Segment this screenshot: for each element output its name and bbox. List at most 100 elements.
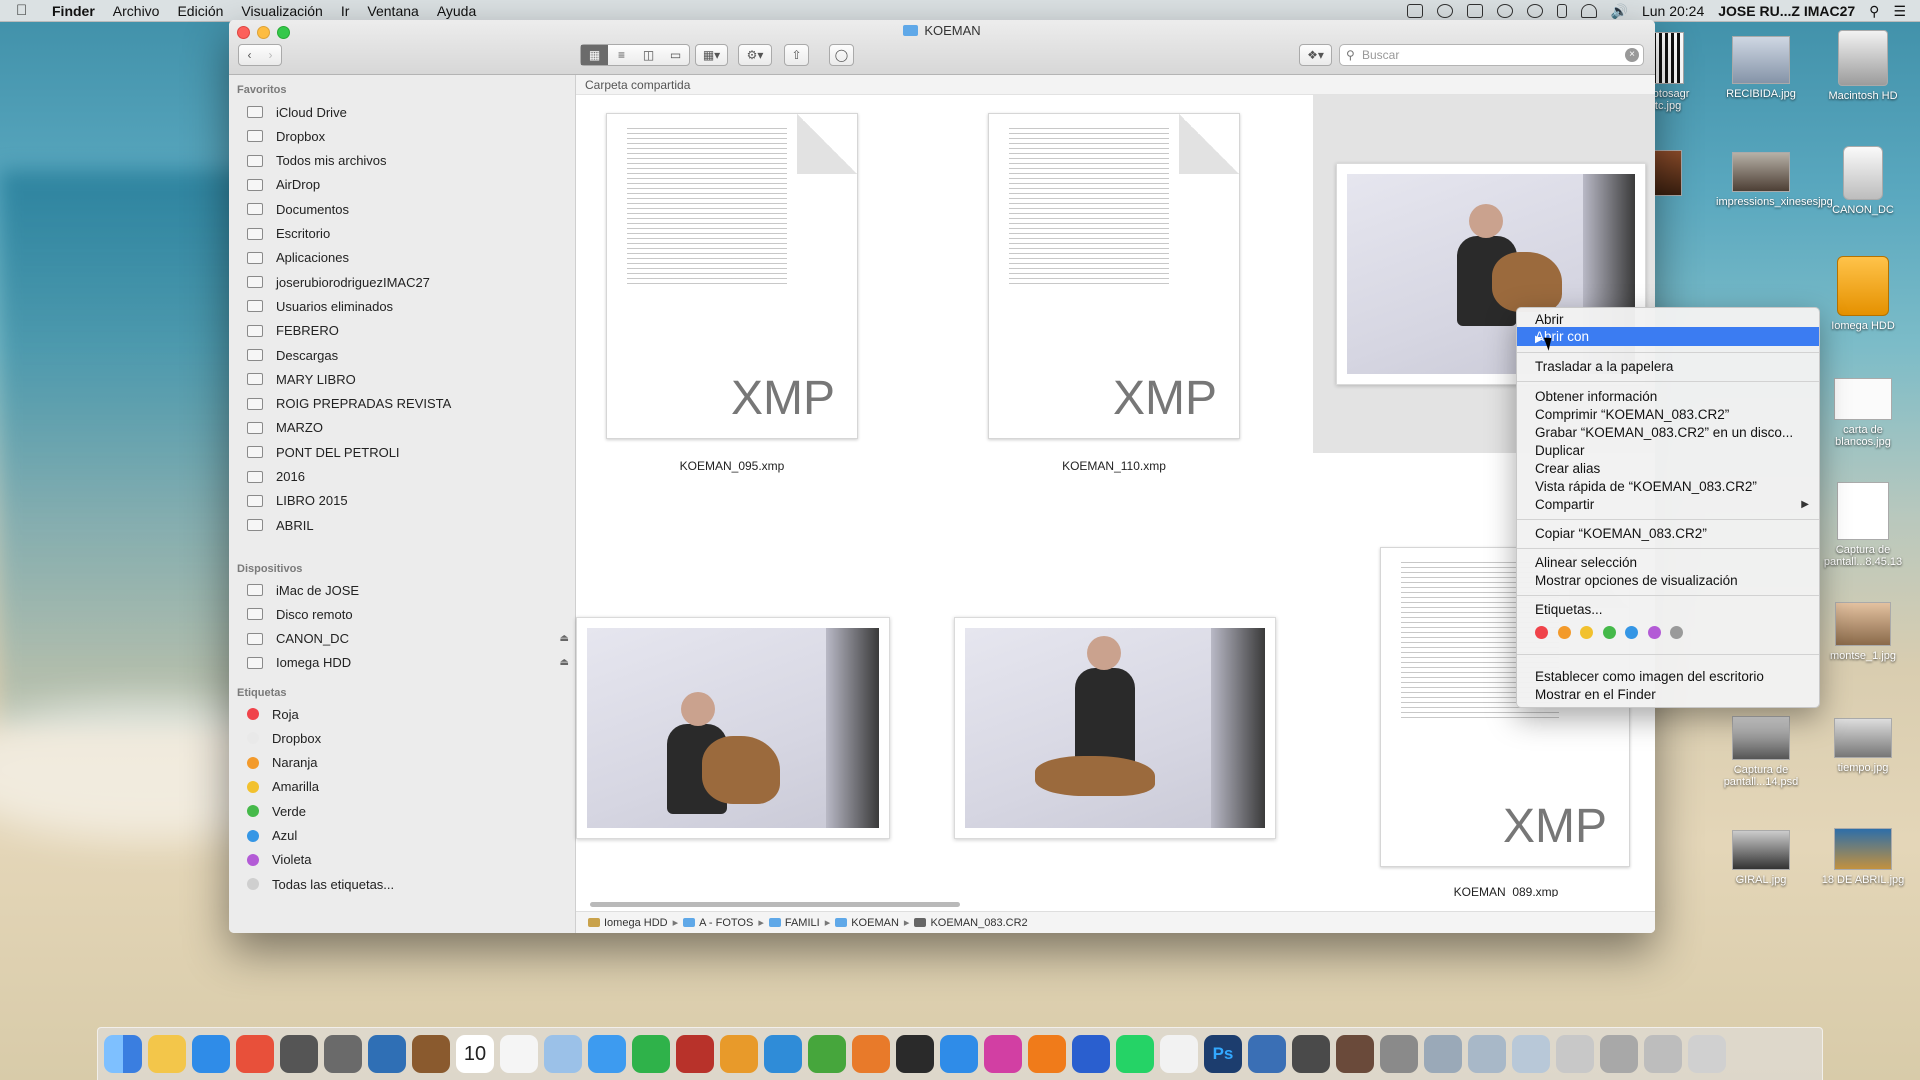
menu-visualizacion[interactable]: Visualización [241, 3, 322, 19]
menu-item-abrir-con[interactable]: Abrir con ▶ [1517, 327, 1819, 346]
tag-button[interactable]: ◯ [829, 44, 854, 66]
sidebar-item-mary-libro[interactable]: MARY LIBRO [247, 369, 356, 389]
messages-icon[interactable] [588, 1035, 626, 1073]
vlc-icon[interactable] [1028, 1035, 1066, 1073]
apple-icon[interactable]:  [16, 2, 38, 19]
sidebar-item-abril[interactable]: ABRIL [247, 515, 314, 535]
folder-icon[interactable] [1468, 1035, 1506, 1073]
sidebar-tag-amarilla[interactable]: Amarilla [247, 777, 319, 797]
preview-stack-icon[interactable] [1248, 1035, 1286, 1073]
sidebar-tag-violeta[interactable]: Violeta [247, 850, 312, 870]
menu-item-duplicar[interactable]: Duplicar [1535, 442, 1585, 460]
desktop-icon-canon-dc[interactable]: CANON_DC [1818, 146, 1908, 216]
photos-icon[interactable] [236, 1035, 274, 1073]
desktop-icon-captura-2[interactable]: Captura de pantall...14.psd [1716, 716, 1806, 788]
folder-icon[interactable] [1600, 1035, 1638, 1073]
menu-item-opciones-visualizacion[interactable]: Mostrar opciones de visualización [1535, 572, 1738, 590]
icon-view-button[interactable]: ▦ [581, 45, 608, 65]
menu-ayuda[interactable]: Ayuda [437, 3, 476, 19]
file-area[interactable]: Carpeta compartida XMP KOEMAN_095.xmp XM… [576, 75, 1655, 933]
preview-icon[interactable] [368, 1035, 406, 1073]
keynote-icon[interactable] [764, 1035, 802, 1073]
sidebar-item-joserubiorodriguezimac27[interactable]: joserubiorodriguezIMAC27 [247, 272, 430, 292]
sidebar-tag-naranja[interactable]: Naranja [247, 753, 318, 773]
menu-item-copiar[interactable]: Copiar “KOEMAN_083.CR2” [1535, 525, 1707, 543]
arrange-button[interactable]: ▦▾ [695, 44, 728, 66]
sidebar-item-roig-prepradas-revista[interactable]: ROIG PREPRADAS REVISTA [247, 394, 451, 414]
menu-item-grabar[interactable]: Grabar “KOEMAN_083.CR2” en un disco... [1535, 424, 1793, 442]
back-button[interactable]: ‹ [239, 48, 260, 62]
contacts-icon[interactable] [412, 1035, 450, 1073]
eject-icon[interactable]: ⏏ [560, 633, 569, 644]
ibooks-icon[interactable] [852, 1035, 890, 1073]
clock[interactable]: Lun 20:24 [1642, 3, 1704, 19]
tag-color-option[interactable] [1602, 626, 1616, 639]
documents-stack-icon[interactable] [1380, 1035, 1418, 1073]
breadcrumb-item[interactable]: Iomega HDD [604, 917, 668, 929]
sidebar-device-canon-dc[interactable]: CANON_DC [247, 629, 349, 649]
dropbox-status-icon[interactable] [1436, 4, 1453, 18]
horizontal-scrollbar[interactable] [590, 902, 960, 907]
sidebar-device-iomega-hdd[interactable]: Iomega HDD [247, 653, 351, 673]
airplay-icon[interactable] [1466, 4, 1483, 18]
sidebar-item-todos-mis-archivos[interactable]: Todos mis archivos [247, 151, 387, 171]
maps-icon[interactable] [544, 1035, 582, 1073]
time-machine-icon[interactable] [1496, 4, 1513, 18]
sidebar-item-documentos[interactable]: Documentos [247, 199, 349, 219]
sidebar-item-escritorio[interactable]: Escritorio [247, 224, 330, 244]
photo-booth-icon[interactable] [676, 1035, 714, 1073]
desktop-icon-18-abril[interactable]: 18 DE ABRIL.jpg [1818, 828, 1908, 886]
sidebar-device-disco-remoto[interactable]: Disco remoto [247, 604, 353, 624]
numbers-icon[interactable] [808, 1035, 846, 1073]
tag-color-option[interactable] [1625, 626, 1638, 639]
menu-edicion[interactable]: Edición [177, 3, 223, 19]
sidebar-item-pont-del-petroli[interactable]: PONT DEL PETROLI [247, 442, 400, 462]
sidebar-item-febrero[interactable]: FEBRERO [247, 321, 339, 341]
calendar-icon[interactable]: 10 [456, 1035, 494, 1073]
volume-icon[interactable]: 🔊 [1611, 3, 1628, 20]
forward-button[interactable]: › [260, 48, 281, 62]
trash-icon[interactable] [1688, 1035, 1726, 1073]
desktop-icon-iomega[interactable]: Iomega HDD [1818, 256, 1908, 332]
dropbox-toolbar-button[interactable]: ❖▾ [1299, 44, 1332, 66]
photoshop-icon[interactable]: Ps [1204, 1035, 1242, 1073]
column-view-button[interactable]: ◫ [635, 45, 662, 65]
pages-icon[interactable] [720, 1035, 758, 1073]
desktop-icon-macintosh-hd[interactable]: Macintosh HD [1818, 30, 1908, 102]
menu-item-alinear-seleccion[interactable]: Alinear selección [1535, 554, 1637, 572]
folder-icon[interactable] [1644, 1035, 1682, 1073]
menu-item-comprimir[interactable]: Comprimir “KOEMAN_083.CR2” [1535, 406, 1729, 424]
clear-search-icon[interactable]: × [1625, 48, 1639, 62]
notification-center-icon[interactable]: ☰ [1893, 3, 1906, 20]
menu-item-crear-alias[interactable]: Crear alias [1535, 460, 1600, 478]
folder-icon[interactable] [1512, 1035, 1550, 1073]
desktop-icon-tiempo[interactable]: tiempo.jpg [1818, 718, 1908, 774]
downloads-stack-icon[interactable] [1336, 1035, 1374, 1073]
tag-color-option[interactable] [1670, 626, 1683, 639]
file-icon-photo-2[interactable] [954, 617, 1276, 839]
app-store-icon[interactable] [940, 1035, 978, 1073]
finder-icon[interactable] [104, 1035, 142, 1073]
chrome-icon[interactable] [1160, 1035, 1198, 1073]
safari-icon[interactable] [192, 1035, 230, 1073]
sidebar-tag-todas-las-etiquetas-[interactable]: Todas las etiquetas... [247, 874, 394, 894]
file-name[interactable]: KOEMAN_110.xmp [994, 459, 1234, 473]
action-gear-button[interactable]: ⚙▾ [738, 44, 772, 66]
file-icon-photo-1[interactable] [576, 617, 890, 839]
facetime-icon[interactable] [632, 1035, 670, 1073]
menu-item-obtener-informacion[interactable]: Obtener información [1535, 388, 1657, 406]
sidebar-item-marzo[interactable]: MARZO [247, 418, 323, 438]
bluetooth-icon[interactable] [1556, 4, 1567, 18]
sidebar-item-dropbox[interactable]: Dropbox [247, 126, 325, 146]
tag-color-option[interactable] [1557, 626, 1571, 639]
menu-item-vista-rapida[interactable]: Vista rápida de “KOEMAN_083.CR2” [1535, 478, 1757, 496]
sidebar-item-airdrop[interactable]: AirDrop [247, 175, 320, 195]
coverflow-view-button[interactable]: ▭ [662, 45, 689, 65]
tag-color-option[interactable] [1580, 626, 1593, 639]
tag-color-option[interactable] [1647, 626, 1661, 639]
file-name[interactable]: KOEMAN_089.xmp [1386, 885, 1626, 897]
sidebar-item-usuarios-eliminados[interactable]: Usuarios eliminados [247, 296, 393, 316]
wifi-icon[interactable] [1580, 4, 1597, 18]
sidebar-item-libro-2015[interactable]: LIBRO 2015 [247, 491, 348, 511]
sidebar-device-imac-de-jose[interactable]: iMac de JOSE [247, 580, 359, 600]
